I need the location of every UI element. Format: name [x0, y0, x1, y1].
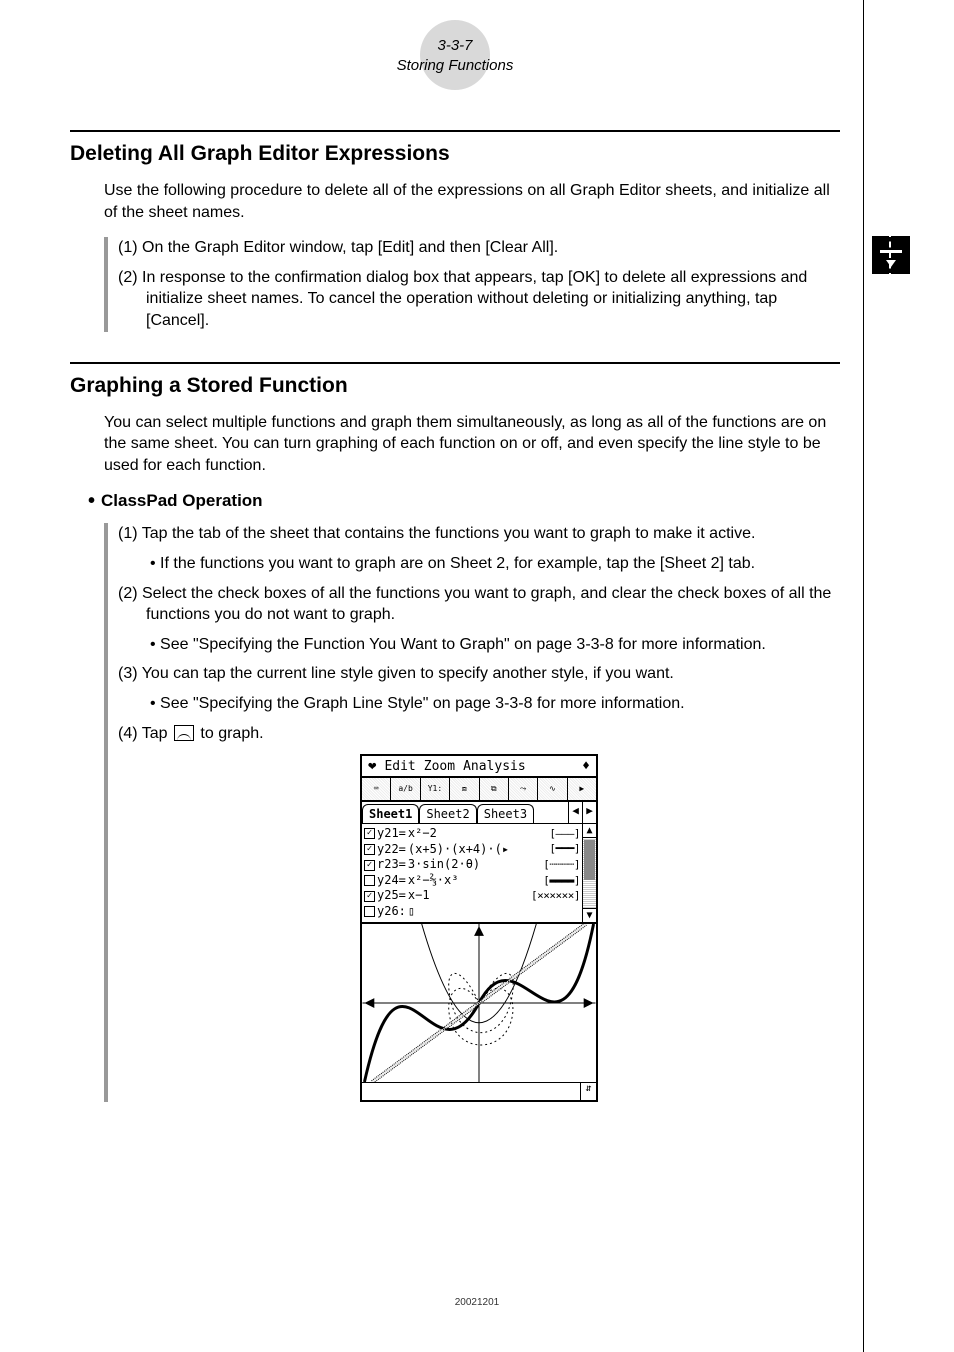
- function-list-pane: ✓y21=x²−2[———]✓y22=(x+5)·(x+4)·(▸[━━━]✓r…: [362, 824, 596, 922]
- func-expression[interactable]: x−1: [408, 888, 525, 904]
- func-label: r23=: [377, 857, 406, 873]
- step-b3: (3) You can tap the current line style g…: [118, 663, 840, 685]
- func-label: y22=: [377, 842, 406, 858]
- status-toggle-icon[interactable]: ⇵: [580, 1083, 596, 1100]
- func-label: y24=: [377, 873, 406, 889]
- section-a-title: Deleting All Graph Editor Expressions: [70, 142, 840, 166]
- page-ref: 3-3-7: [70, 36, 840, 56]
- tool-keyboard-icon[interactable]: ⌨: [362, 778, 391, 800]
- tab-sheet2[interactable]: Sheet2: [419, 804, 476, 823]
- line-style-swatch[interactable]: [××××××]: [531, 889, 580, 903]
- func-label: y26:: [377, 904, 406, 920]
- func-row: ✓r23=3·sin(2·θ) [┄┄┄┄]: [364, 857, 580, 873]
- graph-svg: [362, 924, 596, 1082]
- status-bar-row: ⇵: [362, 1082, 596, 1100]
- app-toolbar: ⌨ a/b Y1: ⧈ ⧉ ⤳ ∿ ▶: [362, 778, 596, 802]
- step-a2: (2) In response to the confirmation dial…: [118, 267, 840, 332]
- func-checkbox[interactable]: [364, 875, 375, 886]
- section-b-steps: (1) Tap the tab of the sheet that contai…: [104, 523, 840, 1101]
- menu-analysis[interactable]: Analysis: [463, 759, 526, 774]
- tool-fraction-icon[interactable]: a/b: [391, 778, 420, 800]
- section-b-intro: You can select multiple functions and gr…: [104, 412, 840, 477]
- func-row: y26:▯: [364, 904, 580, 920]
- step-b1-sub: • If the functions you want to graph are…: [118, 553, 840, 575]
- func-checkbox[interactable]: ✓: [364, 844, 375, 855]
- page-section: Storing Functions: [70, 56, 840, 76]
- tab-scroll-right-icon[interactable]: ▶: [582, 802, 596, 823]
- status-bar: [362, 1083, 580, 1100]
- func-row: ✓y21=x²−2 [———]: [364, 826, 580, 842]
- func-label: y25=: [377, 888, 406, 904]
- tool-yvars-icon[interactable]: Y1:: [421, 778, 450, 800]
- func-row: y24=x²−⅔·x³ [▬▬▬▬]: [364, 873, 580, 889]
- line-style-swatch[interactable]: [┄┄┄┄]: [543, 858, 580, 872]
- tab-sheet3[interactable]: Sheet3: [477, 804, 534, 823]
- menu-zoom[interactable]: Zoom: [424, 759, 455, 774]
- step-b2-sub: • See "Specifying the Function You Want …: [118, 634, 840, 656]
- device-screenshot: ❤ Edit Zoom Analysis ♦ ⌨ a/b Y1: ⧈ ⧉ ⤳ ∿…: [360, 754, 598, 1102]
- scroll-thumb[interactable]: [584, 840, 595, 880]
- func-row: ✓y25=x−1 [××××××]: [364, 888, 580, 904]
- app-logo-icon: ❤: [368, 758, 376, 774]
- tool-graph-icon[interactable]: ∿: [538, 778, 567, 800]
- step-b4: (4) Tap to graph.: [118, 723, 840, 745]
- func-expression[interactable]: ▯: [408, 904, 574, 920]
- line-style-swatch[interactable]: [━━━]: [549, 842, 580, 856]
- func-checkbox[interactable]: ✓: [364, 891, 375, 902]
- line-style-swatch[interactable]: [▬▬▬▬]: [543, 874, 580, 888]
- line-style-swatch[interactable]: [———]: [549, 827, 580, 841]
- menu-edit[interactable]: Edit: [384, 759, 415, 774]
- scrollbar[interactable]: ▲ ▼: [582, 824, 596, 922]
- scroll-down-icon[interactable]: ▼: [583, 908, 596, 922]
- tool-more-icon[interactable]: ▶: [568, 778, 596, 800]
- page-header: 3-3-7 Storing Functions: [70, 20, 840, 90]
- menu-more-icon[interactable]: ♦: [582, 759, 590, 774]
- func-expression[interactable]: x²−⅔·x³: [408, 873, 537, 889]
- graph-icon: [174, 725, 194, 741]
- sheet-tabs: Sheet1 Sheet2 Sheet3 ◀ ▶: [362, 802, 596, 824]
- step-b4-prefix: (4) Tap: [118, 725, 172, 742]
- tool-zoom-icon[interactable]: ⧉: [480, 778, 509, 800]
- func-expression[interactable]: (x+5)·(x+4)·(▸: [408, 842, 543, 858]
- crop-mark-badge: [872, 236, 910, 274]
- divider: [70, 130, 840, 132]
- func-checkbox[interactable]: [364, 906, 375, 917]
- step-b1: (1) Tap the tab of the sheet that contai…: [118, 523, 840, 545]
- classpad-op-heading: ClassPad Operation: [88, 490, 840, 513]
- func-checkbox[interactable]: ✓: [364, 828, 375, 839]
- func-expression[interactable]: x²−2: [408, 826, 543, 842]
- tab-scroll-left-icon[interactable]: ◀: [568, 802, 582, 823]
- graph-viewport[interactable]: [362, 922, 596, 1082]
- divider: [70, 362, 840, 364]
- func-row: ✓y22=(x+5)·(x+4)·(▸ [━━━]: [364, 842, 580, 858]
- func-expression[interactable]: 3·sin(2·θ): [408, 857, 537, 873]
- section-a-intro: Use the following procedure to delete al…: [104, 180, 840, 223]
- step-b2: (2) Select the check boxes of all the fu…: [118, 583, 840, 626]
- app-menubar: ❤ Edit Zoom Analysis ♦: [362, 756, 596, 778]
- func-label: y21=: [377, 826, 406, 842]
- tool-trace-icon[interactable]: ⤳: [509, 778, 538, 800]
- scroll-up-icon[interactable]: ▲: [583, 824, 596, 838]
- step-b3-sub: • See "Specifying the Graph Line Style" …: [118, 693, 840, 715]
- func-checkbox[interactable]: ✓: [364, 860, 375, 871]
- section-b-title: Graphing a Stored Function: [70, 374, 840, 398]
- footer-code: 20021201: [0, 1297, 954, 1308]
- section-a-steps: (1) On the Graph Editor window, tap [Edi…: [104, 237, 840, 331]
- step-b4-suffix: to graph.: [196, 725, 264, 742]
- tool-window-icon[interactable]: ⧈: [450, 778, 479, 800]
- step-a1: (1) On the Graph Editor window, tap [Edi…: [118, 237, 840, 259]
- scroll-track[interactable]: [583, 838, 596, 908]
- tab-sheet1[interactable]: Sheet1: [362, 804, 419, 823]
